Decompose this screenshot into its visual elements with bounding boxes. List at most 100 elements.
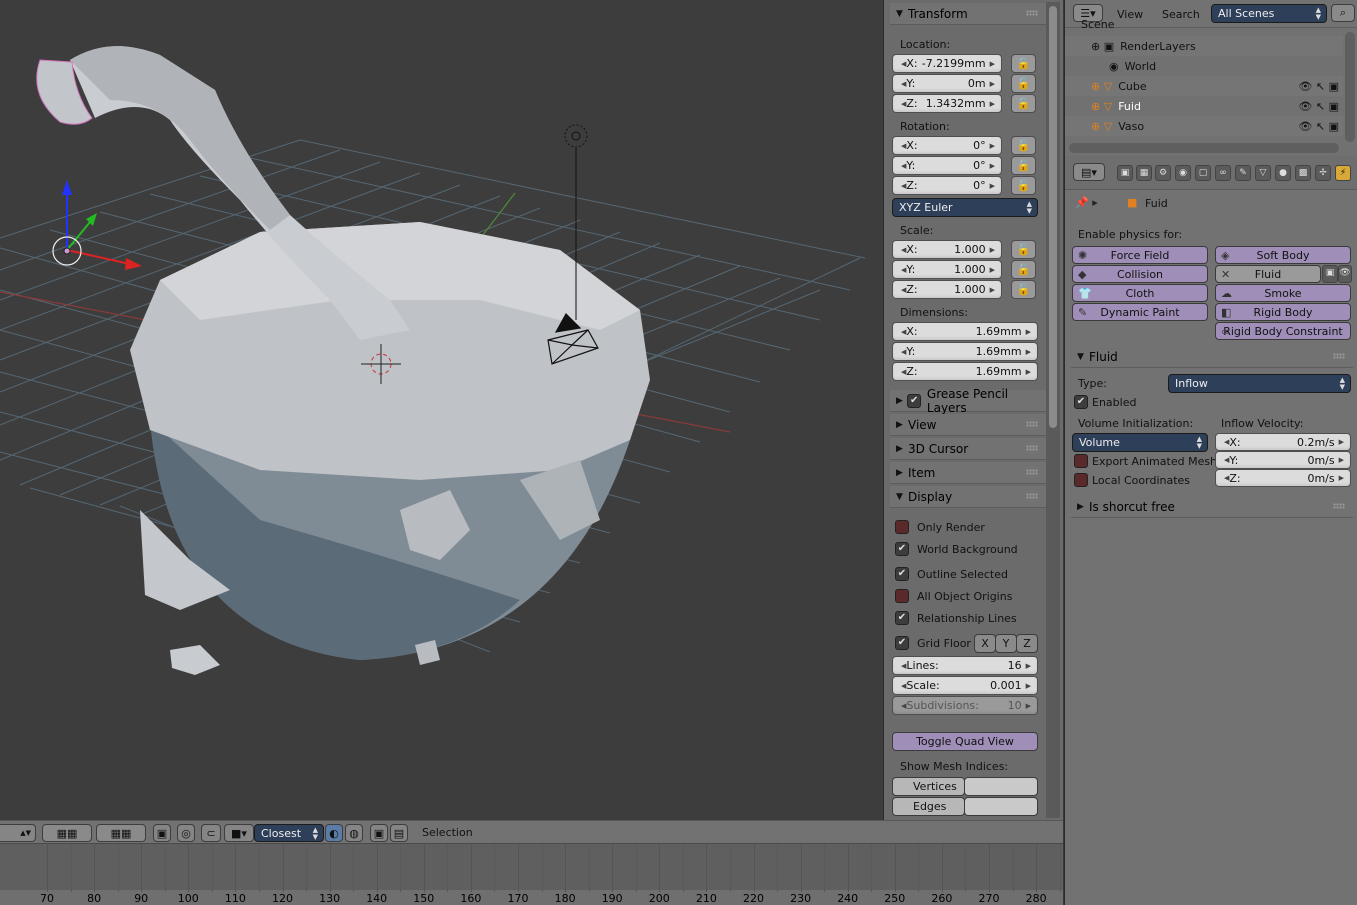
snap-target-mode-dropdown[interactable]: Closest ▲ ▼ <box>254 824 324 842</box>
texture-tab-icon[interactable]: ▩ <box>1295 165 1311 181</box>
grid-scale-field[interactable]: ◀ Scale: 0.001 ▶ <box>892 676 1038 695</box>
fluid-type-dropdown[interactable]: Inflow ▲ ▼ <box>1168 374 1351 393</box>
modifiers-tab-icon[interactable]: ✎ <box>1235 165 1251 181</box>
item-panel-header[interactable]: ▶ Item <box>890 462 1046 484</box>
outliner-scrollbar[interactable] <box>1345 32 1355 142</box>
edges-toggle[interactable]: Edges <box>892 797 965 816</box>
volume-init-dropdown[interactable]: Volume ▲ ▼ <box>1072 433 1208 452</box>
object-tab-icon[interactable]: ▢ <box>1195 165 1211 181</box>
export-animated-mesh-checkbox[interactable] <box>1074 454 1088 468</box>
all-object-origins-checkbox[interactable] <box>895 589 909 603</box>
dynamic-paint-button[interactable]: ✎ Dynamic Paint <box>1072 303 1208 321</box>
rotation-mode-dropdown[interactable]: XYZ Euler ▲ ▼ <box>892 198 1038 217</box>
grid-axis-y-toggle[interactable]: Y <box>995 634 1017 653</box>
pin-icon[interactable]: 📌 ▸ <box>1075 196 1098 209</box>
grid-lines-field[interactable]: ◀ Lines: 16 ▶ <box>892 656 1038 675</box>
world-background-checkbox[interactable]: ✔ <box>895 542 909 556</box>
lock-icon[interactable]: 🔓 <box>1011 136 1036 155</box>
3d-cursor-panel-header[interactable]: ▶ 3D Cursor <box>890 438 1046 460</box>
proportional-edit-icon[interactable]: ◎ <box>177 824 195 842</box>
render-layers-tab-icon[interactable]: ▦ <box>1136 165 1152 181</box>
display-panel-header[interactable]: ▼ Display <box>890 486 1046 508</box>
grease-pencil-panel-header[interactable]: ▶ ✔ Grease Pencil Layers <box>890 387 1046 415</box>
location-x-field[interactable]: ◀ X: -7.2199mm ▶ <box>892 54 1002 73</box>
shortcut-panel-header[interactable]: ▶ Is shorcut free <box>1071 496 1353 518</box>
lock-icon[interactable]: 🔓 <box>1011 74 1036 93</box>
shelf-scrollbar[interactable] <box>1046 2 1060 818</box>
rotation-y-field[interactable]: ◀ Y: 0° ▶ <box>892 156 1002 175</box>
smoke-button[interactable]: ☁ Smoke <box>1215 284 1351 302</box>
lock-icon[interactable]: 🔓 <box>1011 176 1036 195</box>
dimensions-x-field[interactable]: ◀ X: 1.69mm ▶ <box>892 322 1038 341</box>
soft-body-button[interactable]: ◈ Soft Body <box>1215 246 1351 264</box>
outliner-row-renderlayers[interactable]: ⊕ ▣ RenderLayers <box>1065 36 1343 56</box>
visibility-icons[interactable]: 👁 ↖ ▣ <box>1298 100 1339 113</box>
outliner-row-cube[interactable]: ⊕ ▽ Cube 👁 ↖ ▣ <box>1065 76 1343 96</box>
lock-icon[interactable]: 🔓 <box>1011 94 1036 113</box>
force-field-button[interactable]: ✺ Force Field <box>1072 246 1208 264</box>
fluid-enabled-checkbox[interactable]: ✔ <box>1074 395 1088 409</box>
inflow-velocity-y-field[interactable]: ◀ Y: 0m/s ▶ <box>1215 451 1351 469</box>
drag-grip-icon[interactable] <box>1026 493 1038 499</box>
location-y-field[interactable]: ◀ Y: 0m ▶ <box>892 74 1002 93</box>
rotation-z-field[interactable]: ◀ Z: 0° ▶ <box>892 176 1002 195</box>
local-coordinates-checkbox[interactable] <box>1074 473 1088 487</box>
view-panel-header[interactable]: ▶ View <box>890 414 1046 436</box>
vertices-toggle-extra[interactable] <box>964 777 1038 796</box>
cloth-button[interactable]: 👕 Cloth <box>1072 284 1208 302</box>
visibility-icons[interactable]: 👁 ↖ ▣ <box>1298 120 1339 133</box>
grease-pencil-checkbox[interactable]: ✔ <box>907 393 921 408</box>
scrollbar-thumb[interactable] <box>1049 6 1057 428</box>
render-icon[interactable]: ▣ <box>370 824 388 842</box>
lock-icon[interactable]: 🔓 <box>1011 280 1036 299</box>
align-rotation-icon[interactable]: ◐ <box>325 824 343 842</box>
rigid-body-constraint-button[interactable]: ∞ Rigid Body Constraint <box>1215 322 1351 340</box>
edges-toggle-extra[interactable] <box>964 797 1038 816</box>
render-animation-icon[interactable]: ▤ <box>390 824 408 842</box>
drag-grip-icon[interactable] <box>1333 353 1345 359</box>
outliner-row-fuid[interactable]: ⊕ ▽ Fuid 👁 ↖ ▣ <box>1065 96 1343 116</box>
grid-axis-x-toggle[interactable]: X <box>974 634 996 653</box>
visibility-icons[interactable]: 👁 ↖ ▣ <box>1298 80 1339 93</box>
drag-grip-icon[interactable] <box>1026 10 1038 16</box>
drag-grip-icon[interactable] <box>1333 503 1345 509</box>
rotation-x-field[interactable]: ◀ X: 0° ▶ <box>892 136 1002 155</box>
timeline[interactable]: 70 80 90 100 110 120 130 140 150 160 170 180 190 200 2… <box>0 844 1063 905</box>
scale-x-field[interactable]: ◀ X: 1.000 ▶ <box>892 240 1002 259</box>
editor-type-menu[interactable]: ▤▾ <box>1073 163 1105 181</box>
scale-y-field[interactable]: ◀ Y: 1.000 ▶ <box>892 260 1002 279</box>
rigid-body-button[interactable]: ◧ Rigid Body <box>1215 303 1351 321</box>
world-tab-icon[interactable]: ◉ <box>1175 165 1191 181</box>
physics-tab-icon[interactable]: ⚡ <box>1335 165 1351 181</box>
grid-axis-z-toggle[interactable]: Z <box>1016 634 1038 653</box>
lock-icon[interactable]: 🔓 <box>1011 240 1036 259</box>
fluid-panel-header[interactable]: ▼ Fluid <box>1071 346 1353 368</box>
location-z-field[interactable]: ◀ Z: 1.3432mm ▶ <box>892 94 1002 113</box>
scale-z-field[interactable]: ◀ Z: 1.000 ▶ <box>892 280 1002 299</box>
lock-icon[interactable]: 🔓 <box>1011 54 1036 73</box>
3d-viewport[interactable] <box>0 0 883 820</box>
material-tab-icon[interactable]: ● <box>1275 165 1291 181</box>
outliner-row-scene[interactable]: Scene <box>1065 18 1343 30</box>
scene-tab-icon[interactable]: ⚙ <box>1155 165 1171 181</box>
layers-group-2[interactable]: ▦▦ <box>96 824 146 842</box>
inflow-velocity-x-field[interactable]: ◀ X: 0.2m/s ▶ <box>1215 433 1351 451</box>
render-toggle-icon[interactable]: ▣ <box>1322 265 1338 283</box>
relationship-lines-checkbox[interactable]: ✔ <box>895 611 909 625</box>
outline-selected-checkbox[interactable]: ✔ <box>895 567 909 581</box>
cube-mesh[interactable] <box>130 222 650 675</box>
eye-icon[interactable]: 👁 <box>1338 265 1352 283</box>
outliner-row-world[interactable]: ◉ World <box>1065 56 1343 76</box>
snap-project-icon[interactable]: ◍ <box>345 824 363 842</box>
fluid-remove-button[interactable]: ✕ Fluid <box>1215 265 1321 283</box>
dimensions-z-field[interactable]: ◀ Z: 1.69mm ▶ <box>892 362 1038 381</box>
outliner-hscrollbar[interactable] <box>1069 143 1339 153</box>
snap-element-icon[interactable]: ▣ <box>153 824 171 842</box>
toggle-quad-view-button[interactable]: Toggle Quad View <box>892 732 1038 751</box>
grid-subdivisions-field[interactable]: ◀ Subdivisions: 10 ▶ <box>892 696 1038 715</box>
collision-button[interactable]: ◆ Collision <box>1072 265 1208 283</box>
mode-dropdown[interactable]: ▲▼ <box>0 824 36 842</box>
drag-grip-icon[interactable] <box>1026 421 1038 427</box>
only-render-checkbox[interactable] <box>895 520 909 534</box>
drag-grip-icon[interactable] <box>1026 445 1038 451</box>
